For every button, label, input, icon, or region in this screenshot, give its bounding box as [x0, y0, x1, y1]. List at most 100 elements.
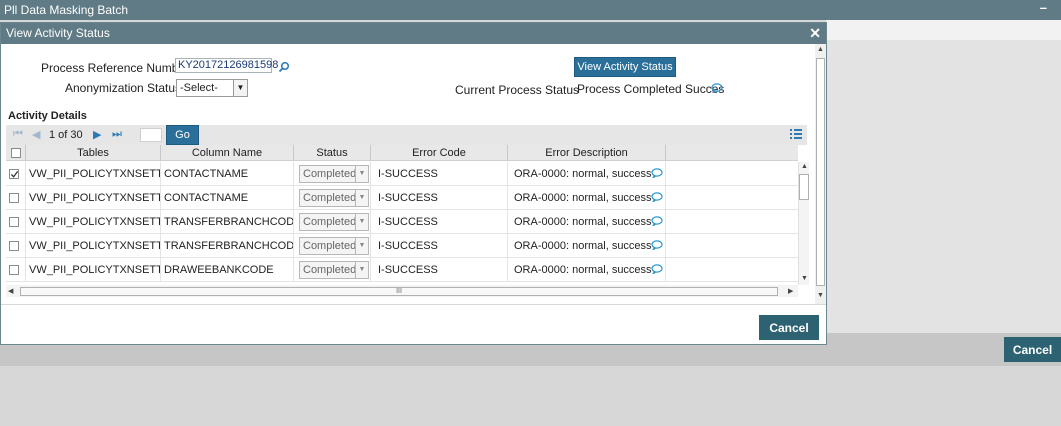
checkmark-icon — [10, 170, 19, 178]
table-row[interactable]: VW_PII_POLICYTXNSETTLI CONTACTNAME Complet… — [6, 162, 798, 186]
grid-horizontal-thumb[interactable]: III — [20, 287, 778, 296]
grid-vertical-scrollbar[interactable]: ▲ ▼ — [798, 162, 809, 285]
activity-details-title: Activity Details — [8, 110, 87, 122]
chevron-down-icon: ▼ — [355, 190, 368, 206]
column-header-status[interactable]: Status — [294, 145, 371, 161]
row-checkbox[interactable] — [9, 241, 19, 251]
cell-column-name: TRANSFERBRANCHCODE — [161, 234, 294, 258]
table-row[interactable]: VW_PII_POLICYTXNSETTLI TRANSFERBRANCHCODE… — [6, 210, 798, 234]
dialog-scroll-down-icon[interactable]: ▼ — [817, 292, 824, 299]
status-select[interactable]: Completed ▼ — [299, 213, 369, 231]
table-row[interactable]: VW_PII_POLICYTXNSETTLI DRAWEEBANKCODE Comp… — [6, 258, 798, 282]
status-value: Completed — [303, 192, 357, 204]
dialog-vertical-thumb[interactable] — [816, 58, 825, 286]
go-button[interactable]: Go — [166, 125, 199, 145]
speech-bubble-icon[interactable] — [651, 240, 663, 250]
chevron-down-icon: ▼ — [355, 214, 368, 230]
anon-status-select[interactable]: -Select- ▼ — [176, 79, 248, 97]
column-header-tables[interactable]: Tables — [26, 145, 161, 161]
dialog-scroll-up-icon[interactable]: ▲ — [817, 46, 824, 53]
row-checkbox[interactable] — [9, 265, 19, 275]
chevron-down-icon: ▼ — [233, 80, 247, 96]
view-activity-status-dialog: View Activity Status ✕ Process Reference… — [0, 22, 827, 345]
cell-error-description: ORA-0000: normal, success — [508, 258, 666, 282]
row-select-cell — [6, 234, 26, 258]
previous-page-icon[interactable]: ◀ — [32, 128, 40, 141]
row-checkbox[interactable] — [9, 217, 19, 227]
cancel-button[interactable]: Cancel — [759, 315, 819, 340]
pagination-bar: ⏮ ◀ 1 of 30 ▶ ⏭ Go — [6, 125, 807, 145]
close-icon[interactable]: ✕ — [809, 23, 821, 44]
status-value: Completed — [303, 240, 357, 252]
scroll-left-icon[interactable]: ◀ — [8, 287, 13, 295]
speech-bubble-icon[interactable] — [651, 168, 663, 178]
background-title-text: Pll Data Masking Batch — [4, 3, 129, 17]
next-page-icon[interactable]: ▶ — [93, 128, 101, 141]
status-select[interactable]: Completed ▼ — [299, 237, 369, 255]
background-cancel-button[interactable]: Cancel — [1004, 337, 1061, 362]
grid-horizontal-scrollbar[interactable]: ◀ III ▶ — [6, 285, 798, 297]
chevron-down-icon: ▼ — [355, 166, 368, 182]
dialog-vertical-scrollbar[interactable]: ▲ ▼ — [815, 44, 826, 304]
select-all-checkbox[interactable] — [11, 148, 21, 158]
cell-error-description: ORA-0000: normal, success — [508, 162, 666, 186]
status-value: Completed — [303, 264, 357, 276]
cell-error-description: ORA-0000: normal, success — [508, 210, 666, 234]
first-page-icon[interactable]: ⏮ — [13, 128, 23, 141]
cell-table: VW_PII_POLICYTXNSETTLI — [26, 210, 161, 234]
table-row[interactable]: VW_PII_POLICYTXNSETTLI TRANSFERBRANCHCODE… — [6, 234, 798, 258]
speech-bubble-icon[interactable] — [651, 192, 663, 202]
scroll-right-icon[interactable]: ▶ — [788, 287, 793, 295]
status-select[interactable]: Completed ▼ — [299, 165, 369, 183]
status-value: Completed — [303, 216, 357, 228]
speech-bubble-icon[interactable] — [651, 264, 663, 274]
cell-table: VW_PII_POLICYTXNSETTLI — [26, 258, 161, 282]
row-select-cell — [6, 258, 26, 282]
view-activity-status-button[interactable]: View Activity Status — [574, 57, 676, 77]
status-select[interactable]: Completed ▼ — [299, 189, 369, 207]
column-header-column-name[interactable]: Column Name — [161, 145, 294, 161]
row-select-cell — [6, 210, 26, 234]
current-status-value: Process Completed Succes — [577, 82, 725, 96]
speech-bubble-icon[interactable] — [651, 216, 663, 226]
table-row[interactable]: VW_PII_POLICYTXNSETTLI CONTACTNAME Complet… — [6, 186, 798, 210]
grid-vertical-thumb[interactable] — [799, 174, 809, 200]
background-lower-area — [0, 366, 1061, 426]
grid-header: Tables Column Name Status Error Code Err… — [6, 145, 798, 161]
dialog-titlebar: View Activity Status ✕ — [1, 23, 826, 44]
speech-bubble-icon[interactable] — [711, 83, 723, 93]
background-band — [826, 20, 1061, 40]
column-header-error-description[interactable]: Error Description — [508, 145, 666, 161]
page-number-input[interactable] — [140, 128, 162, 142]
row-select-cell — [6, 162, 26, 186]
error-description-text: ORA-0000: normal, success — [514, 216, 652, 228]
row-select-cell — [6, 186, 26, 210]
cell-error-code: I-SUCCESS — [371, 234, 508, 258]
minimize-button[interactable]: – — [1040, 0, 1047, 15]
row-checkbox[interactable] — [9, 169, 19, 179]
last-page-icon[interactable]: ⏭ — [112, 128, 122, 141]
chevron-down-icon: ▼ — [355, 262, 368, 278]
scroll-down-icon[interactable]: ▼ — [801, 275, 808, 282]
cell-error-code: I-SUCCESS — [371, 210, 508, 234]
column-settings-icon[interactable] — [790, 128, 802, 140]
anon-status-label: Anonymization Status — [65, 81, 182, 95]
cell-error-description: ORA-0000: normal, success — [508, 186, 666, 210]
process-ref-field[interactable]: KY20172126981598 — [175, 58, 278, 73]
column-header-error-code[interactable]: Error Code — [371, 145, 508, 161]
page-indicator: 1 of 30 — [49, 129, 83, 141]
cell-error-code: I-SUCCESS — [371, 186, 508, 210]
scroll-up-icon[interactable]: ▲ — [801, 163, 808, 170]
dialog-footer-divider — [1, 304, 826, 305]
search-icon[interactable] — [278, 61, 290, 73]
activity-grid: Tables Column Name Status Error Code Err… — [6, 145, 798, 285]
status-select[interactable]: Completed ▼ — [299, 261, 369, 279]
error-description-text: ORA-0000: normal, success — [514, 264, 652, 276]
cell-column-name: CONTACTNAME — [161, 162, 294, 186]
chevron-down-icon: ▼ — [355, 238, 368, 254]
row-checkbox[interactable] — [9, 193, 19, 203]
cell-table: VW_PII_POLICYTXNSETTLI — [26, 234, 161, 258]
cell-error-code: I-SUCCESS — [371, 258, 508, 282]
anon-status-value: -Select- — [180, 82, 218, 94]
cell-column-name: TRANSFERBRANCHCODE — [161, 210, 294, 234]
